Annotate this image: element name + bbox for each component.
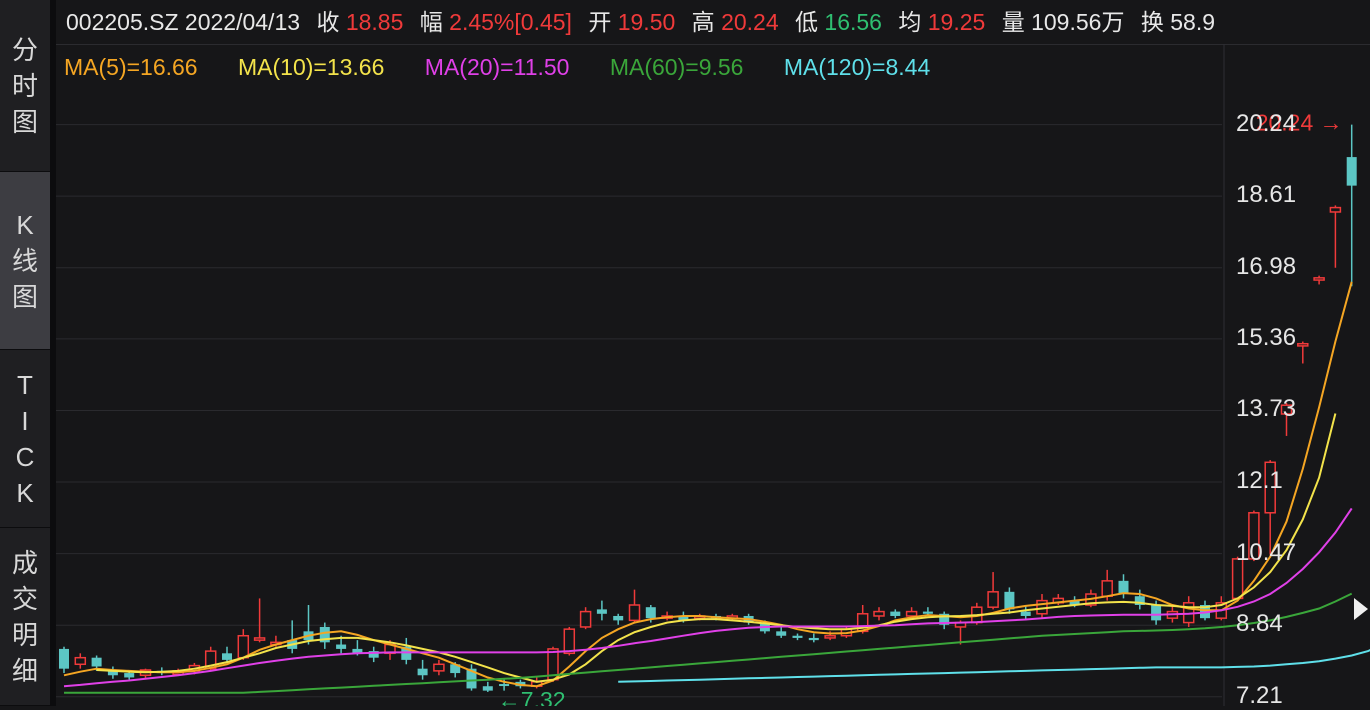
candle-body-up [824, 634, 836, 639]
candle-body-down [808, 637, 819, 641]
candle-body-down [596, 609, 607, 614]
candle-body-down [613, 615, 624, 621]
y-tick-label: 10.47 [1236, 538, 1297, 566]
candle-body-down [91, 657, 102, 667]
candle-body-up [1297, 342, 1309, 347]
min-price-annotation: ←7.32 [498, 687, 566, 706]
y-tick-label: 8.84 [1236, 610, 1283, 638]
candle-body-up [1313, 277, 1325, 281]
candle-body-down [922, 611, 933, 614]
ma-line-ma20 [63, 507, 1353, 688]
candle-body-down [890, 611, 901, 616]
candle-body-up [905, 610, 918, 617]
play-icon[interactable] [1354, 598, 1368, 620]
candle-body-up [433, 663, 445, 672]
candle-body-down [1151, 605, 1162, 621]
y-tick-label: 15.36 [1236, 323, 1297, 351]
candle-body-down [499, 684, 510, 687]
candle-body-up [1329, 206, 1342, 213]
candle-body-down [1020, 611, 1031, 616]
candle-body-up [563, 628, 576, 655]
candle-body-up [873, 610, 885, 617]
y-tick-label: 13.73 [1236, 395, 1297, 423]
candle-body-down [336, 644, 347, 649]
candle-body-down [222, 653, 232, 660]
candle-body-up [237, 634, 250, 659]
candle-body-down [417, 668, 428, 676]
candle-body-down [124, 673, 135, 678]
candle-body-down [1004, 591, 1015, 610]
ma-line-ma10 [96, 413, 1337, 683]
y-tick-label: 20.24 [1236, 109, 1297, 137]
kline-chart[interactable]: 20.24 →←7.32 [0, 0, 1370, 706]
ma-line-ma120 [618, 648, 1370, 683]
candle-body-up [579, 610, 592, 628]
candle-body-up [987, 591, 999, 608]
candle-body-up [628, 604, 641, 622]
candle-body-down [1118, 580, 1129, 595]
candle-body-up [253, 637, 266, 641]
candle-body-down [645, 607, 656, 619]
candle-body-down [792, 635, 803, 638]
candle-body-down [59, 648, 69, 669]
y-tick-label: 16.98 [1236, 252, 1297, 280]
candle-body-down [1346, 157, 1357, 186]
candle-body-up [1101, 580, 1113, 597]
candle-body-up [74, 656, 87, 666]
y-tick-label: 18.61 [1236, 181, 1297, 209]
y-tick-label: 12.1 [1236, 467, 1283, 495]
candle-body-down [482, 686, 493, 691]
candle-body-down [776, 631, 787, 636]
